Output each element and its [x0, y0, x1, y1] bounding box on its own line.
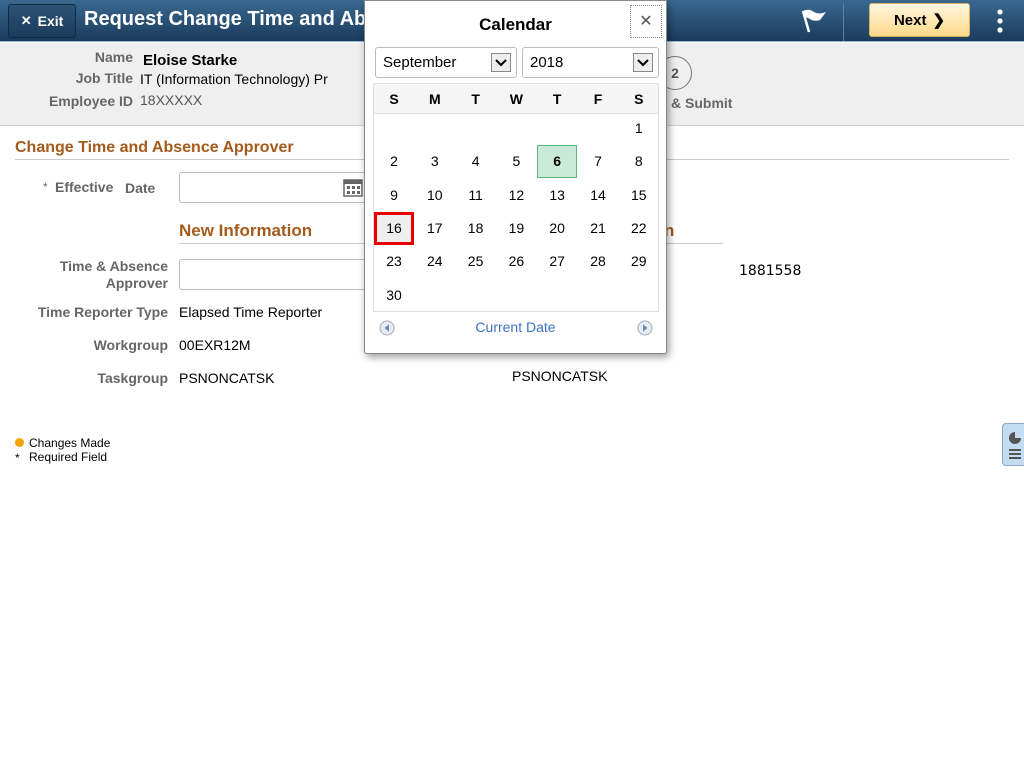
calendar-day-focused[interactable]: 16: [374, 211, 414, 245]
weekday-header: F: [593, 91, 603, 107]
employee-id: 18XXXXX: [140, 92, 203, 108]
calendar-day[interactable]: 24: [415, 245, 455, 278]
calendar-icon[interactable]: [343, 177, 363, 197]
related-content-tab[interactable]: [1002, 423, 1024, 466]
calendar-day[interactable]: 21: [578, 212, 618, 245]
next-month-icon[interactable]: [637, 320, 653, 336]
weekday-header: T: [471, 91, 480, 107]
calendar-title: Calendar: [479, 15, 552, 34]
pie-chart-icon: [1009, 431, 1022, 459]
section-title: Change Time and Absence Approver: [15, 139, 294, 156]
calendar-day[interactable]: 29: [619, 245, 659, 278]
calendar-day[interactable]: 8: [619, 145, 659, 178]
exit-button[interactable]: ✕ Exit: [8, 4, 76, 38]
close-icon: ✕: [20, 13, 32, 28]
job-title: IT (Information Technology) Pr: [140, 71, 328, 87]
weekday-header: S: [389, 91, 399, 107]
calendar-popup: Calendar ✕ September 2018 SMTWTFS1234567…: [364, 0, 667, 354]
employee-name: Eloise Starke: [143, 52, 238, 69]
calendar-day[interactable]: 22: [619, 212, 659, 245]
step-label: & Submit: [671, 95, 733, 111]
calendar-day[interactable]: 19: [496, 212, 536, 245]
calendar-day[interactable]: 13: [537, 179, 577, 212]
calendar-day[interactable]: 26: [496, 245, 536, 278]
chevron-down-icon: [491, 53, 511, 72]
new-information-title: New Information: [179, 221, 313, 240]
calendar-day[interactable]: 17: [415, 212, 455, 245]
flag-icon[interactable]: [800, 8, 828, 34]
divider: [843, 3, 844, 41]
weekday-header: M: [428, 91, 441, 107]
calendar-day[interactable]: 23: [374, 245, 414, 278]
more-options-icon[interactable]: [995, 8, 1005, 34]
calendar-day[interactable]: 3: [415, 145, 455, 178]
calendar-day[interactable]: 27: [537, 245, 577, 278]
changes-dot-icon: [15, 438, 24, 447]
calendar-day[interactable]: 4: [456, 145, 496, 178]
chevron-right-icon: ❯: [932, 12, 946, 29]
close-icon[interactable]: ✕: [630, 5, 662, 38]
calendar-day[interactable]: 1: [619, 112, 659, 145]
weekday-header: W: [509, 91, 523, 107]
year-select[interactable]: 2018: [522, 47, 659, 78]
weekday-header: T: [552, 91, 562, 107]
calendar-day[interactable]: 12: [496, 179, 536, 212]
current-date-link[interactable]: Current Date: [365, 319, 666, 335]
calendar-day[interactable]: 2: [374, 145, 414, 178]
calendar-day[interactable]: 11: [456, 179, 496, 212]
calendar-day[interactable]: 30: [374, 279, 414, 312]
calendar-grid: S M T W T F S 1 2 3 4 5 6 7 8 9 10 11 12 13 14 15 16 17 18 19 20 21…: [373, 83, 659, 312]
calendar-day[interactable]: 5: [496, 145, 536, 178]
calendar-day[interactable]: 14: [578, 179, 618, 212]
calendar-day[interactable]: 9: [374, 179, 414, 212]
calendar-day-today[interactable]: 6: [537, 145, 578, 179]
chevron-down-icon: [633, 53, 653, 72]
approver-input[interactable]: [179, 259, 379, 290]
calendar-day[interactable]: 10: [415, 179, 455, 212]
month-select[interactable]: September: [375, 47, 517, 78]
calendar-day[interactable]: 20: [537, 212, 577, 245]
weekday-header: S: [634, 91, 644, 107]
calendar-day[interactable]: 18: [456, 212, 496, 245]
calendar-day[interactable]: 7: [578, 145, 618, 178]
calendar-day[interactable]: 25: [456, 245, 496, 278]
calendar-day[interactable]: 28: [578, 245, 618, 278]
next-button[interactable]: Next ❯: [869, 3, 970, 37]
current-approver: 1881558: [739, 263, 802, 279]
calendar-day[interactable]: 15: [619, 179, 659, 212]
